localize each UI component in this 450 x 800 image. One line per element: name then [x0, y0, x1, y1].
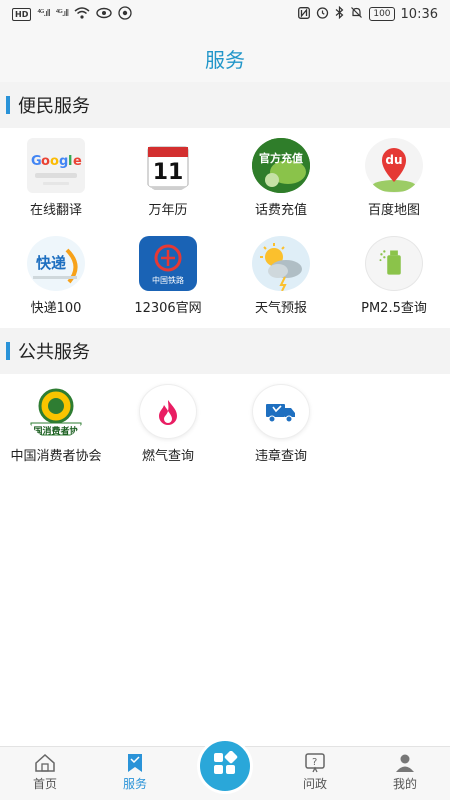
svg-text:o: o: [50, 154, 59, 169]
svg-text:?: ?: [312, 757, 317, 768]
service-item-consumer-association[interactable]: 国消费者协 中国消费者协会: [0, 374, 112, 464]
service-label: 违章查询: [254, 449, 307, 464]
alarm-icon: [316, 6, 329, 22]
status-bar: HD ⁴ᴳ.ıll ⁴ᴳ.ıll 100 10:36: [0, 0, 450, 28]
section-accent-bar: [6, 96, 10, 114]
status-left: HD ⁴ᴳ.ıll ⁴ᴳ.ıll: [12, 5, 132, 23]
home-icon: [34, 753, 56, 773]
service-item-recharge[interactable]: 官方充值 话费充值: [225, 128, 337, 218]
railway-text: 中国铁路: [152, 276, 184, 285]
pm25-icon: [365, 236, 423, 291]
clock-time: 10:36: [400, 6, 438, 22]
baidu-map-icon: du: [365, 138, 423, 193]
translate-icon: G o o g l e: [27, 138, 85, 193]
question-icon: ?: [304, 753, 326, 773]
eye-icon: [96, 7, 112, 22]
service-item-express[interactable]: 快递 快递100: [0, 226, 112, 316]
nav-label: 我的: [392, 777, 417, 791]
service-item-translate[interactable]: G o o g l e 在线翻译: [0, 128, 112, 218]
recharge-text: 官方充值: [259, 152, 303, 165]
baidu-text: du: [385, 153, 403, 167]
section-title: 便民服务: [18, 96, 90, 117]
service-label: 天气预报: [254, 301, 307, 316]
mute-bell-icon: [350, 6, 363, 22]
service-item-pm25[interactable]: PM2.5查询: [338, 226, 450, 316]
calendar-icon: 11: [139, 138, 197, 193]
service-item-weather[interactable]: 天气预报: [225, 226, 337, 316]
convenience-services-grid: G o o g l e 在线翻译 11 万年历 官方充值 话费充值 du 百度地…: [0, 128, 450, 324]
service-label: PM2.5查询: [361, 301, 427, 316]
nfc-icon: [298, 6, 311, 22]
consumer-association-icon: 国消费者协: [27, 384, 85, 439]
express-icon: 快递: [27, 236, 85, 291]
svg-text:e: e: [73, 154, 82, 169]
privacy-eye-icon: [118, 5, 132, 23]
traffic-truck-icon: [252, 384, 310, 439]
calendar-day: 11: [152, 160, 184, 185]
svg-text:g: g: [59, 154, 68, 169]
nav-item-inquiry[interactable]: ? 问政: [275, 753, 355, 792]
public-services-grid: 国消费者协 中国消费者协会 燃气查询 违章查询: [0, 374, 450, 474]
svg-text:l: l: [68, 154, 72, 169]
service-label: 12306官网: [134, 301, 202, 316]
nav-label: 问政: [302, 777, 327, 791]
section-header-convenience: 便民服务: [0, 82, 450, 128]
wifi-icon: [74, 6, 90, 22]
service-label: 话费充值: [254, 203, 307, 218]
service-label: 燃气查询: [141, 449, 194, 464]
service-item-calendar[interactable]: 11 万年历: [112, 128, 224, 218]
grid-apps-icon: [212, 750, 238, 781]
consumer-text: 国消费者协: [33, 427, 79, 437]
nav-item-services[interactable]: 服务: [95, 753, 175, 792]
service-item-12306[interactable]: 中国铁路 12306官网: [112, 226, 224, 316]
service-label: 在线翻译: [29, 203, 82, 218]
phone-recharge-icon: 官方充值: [252, 138, 310, 193]
signal-icon-1: ⁴ᴳ.ıll: [37, 9, 50, 19]
center-action-button[interactable]: [197, 738, 253, 794]
page-title: 服务: [205, 47, 245, 72]
person-icon: [394, 753, 416, 773]
service-label: 快递100: [30, 301, 82, 316]
service-item-baidu-map[interactable]: du 百度地图: [338, 128, 450, 218]
status-right: 100 10:36: [298, 5, 438, 22]
nav-item-home[interactable]: 首页: [5, 753, 85, 792]
express-text: 快递: [35, 254, 66, 272]
section-title: 公共服务: [18, 342, 90, 363]
section-header-public: 公共服务: [0, 328, 450, 374]
nav-label: 首页: [32, 777, 57, 791]
service-label: 百度地图: [367, 203, 420, 218]
gas-flame-icon: [139, 384, 197, 439]
section-accent-bar: [6, 342, 10, 360]
nav-item-profile[interactable]: 我的: [365, 753, 445, 792]
nav-label: 服务: [122, 777, 147, 791]
weather-icon: [252, 236, 310, 291]
service-item-traffic[interactable]: 违章查询: [225, 374, 337, 464]
bluetooth-icon: [335, 5, 344, 22]
svg-text:o: o: [41, 154, 50, 169]
service-item-gas[interactable]: 燃气查询: [112, 374, 224, 464]
railway-icon: 中国铁路: [139, 236, 197, 291]
service-label: 万年历: [148, 203, 188, 218]
hd-badge: HD: [12, 7, 32, 21]
signal-icon-2: ⁴ᴳ.ıll: [55, 9, 69, 19]
service-label: 中国消费者协会: [10, 449, 102, 464]
title-bar: 服务: [0, 28, 450, 88]
battery-icon: 100: [369, 7, 395, 21]
bookmark-icon: [124, 753, 146, 773]
